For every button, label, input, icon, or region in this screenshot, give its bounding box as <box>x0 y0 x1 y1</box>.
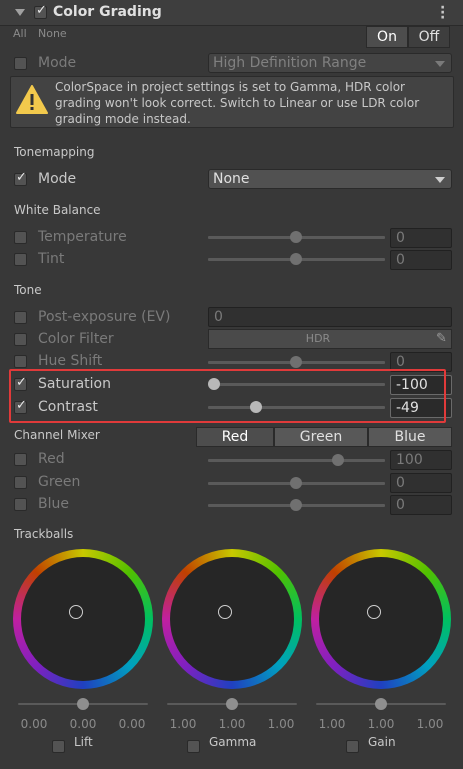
tab-green[interactable]: Green <box>274 427 368 447</box>
chevron-down-icon <box>435 61 445 67</box>
gain-trackball-center[interactable] <box>367 605 381 619</box>
channel-mixer-header: Channel Mixer <box>14 428 100 442</box>
tab-blue[interactable]: Blue <box>368 427 452 447</box>
gain-slider-handle[interactable] <box>375 698 387 710</box>
mixer-green-field[interactable]: 0 <box>390 473 452 493</box>
tonemapping-mode-label: Mode <box>38 171 77 187</box>
temperature-checkbox[interactable] <box>14 231 27 244</box>
tint-checkbox[interactable] <box>14 253 27 266</box>
hue-shift-slider-handle[interactable] <box>290 356 302 368</box>
all-link[interactable]: All <box>13 27 27 40</box>
gamma-value-r: 1.00 <box>169 717 197 731</box>
post-exposure-label: Post-exposure (EV) <box>38 309 171 325</box>
temperature-field[interactable]: 0 <box>390 228 452 248</box>
mode-dropdown[interactable]: High Definition Range <box>208 53 452 73</box>
gamma-value-b: 1.00 <box>267 717 295 731</box>
mode-dropdown-value: High Definition Range <box>213 55 367 71</box>
mixer-red-field[interactable]: 100 <box>390 450 452 470</box>
gain-value-r: 1.00 <box>318 717 346 731</box>
lift-label: Lift <box>74 735 93 749</box>
tone-header: Tone <box>14 283 42 297</box>
temperature-slider-handle[interactable] <box>290 231 302 243</box>
eyedropper-icon[interactable]: ✎ <box>436 331 447 346</box>
gamma-checkbox[interactable] <box>187 740 200 753</box>
warning-text: ColorSpace in project settings is set to… <box>55 80 420 126</box>
gamma-value-g: 1.00 <box>218 717 246 731</box>
gamma-label: Gamma <box>209 735 257 749</box>
lift-trackball[interactable] <box>13 549 153 689</box>
tonemapping-header: Tonemapping <box>14 145 95 159</box>
gain-checkbox[interactable] <box>346 740 359 753</box>
chevron-down-icon <box>435 177 445 183</box>
off-button[interactable]: Off <box>408 26 450 48</box>
lift-value-r: 0.00 <box>20 717 48 731</box>
gain-trackball[interactable] <box>311 549 451 689</box>
tonemapping-mode-value: None <box>213 171 250 187</box>
tonemapping-mode-checkbox[interactable] <box>14 170 27 186</box>
mode-override-checkbox[interactable] <box>14 57 27 70</box>
hue-shift-label: Hue Shift <box>38 353 103 369</box>
mixer-red-checkbox[interactable] <box>14 453 27 466</box>
mixer-red-slider-handle[interactable] <box>332 454 344 466</box>
gamma-trackball[interactable] <box>162 549 302 689</box>
lift-slider-handle[interactable] <box>77 698 89 710</box>
color-filter-label: Color Filter <box>38 331 114 347</box>
on-button[interactable]: On <box>366 26 408 48</box>
lift-value-g: 0.00 <box>69 717 97 731</box>
gain-value-g: 1.00 <box>367 717 395 731</box>
tonemapping-mode-dropdown[interactable]: None <box>208 169 452 189</box>
none-link[interactable]: None <box>38 27 67 40</box>
mixer-red-slider-track[interactable] <box>208 459 385 462</box>
gain-value-b: 1.00 <box>416 717 444 731</box>
enable-checkbox[interactable] <box>34 3 47 19</box>
color-filter-checkbox[interactable] <box>14 333 27 346</box>
mixer-green-slider-handle[interactable] <box>290 477 302 489</box>
tint-field[interactable]: 0 <box>390 250 452 270</box>
component-title: Color Grading <box>53 4 162 20</box>
temperature-label: Temperature <box>38 229 127 245</box>
post-exposure-checkbox[interactable] <box>14 311 27 324</box>
lift-trackball-center[interactable] <box>69 605 83 619</box>
tint-slider-handle[interactable] <box>290 253 302 265</box>
post-exposure-field[interactable]: 0 <box>208 307 452 327</box>
highlight-box <box>9 369 446 423</box>
mixer-blue-slider-handle[interactable] <box>290 499 302 511</box>
hue-shift-checkbox[interactable] <box>14 355 27 368</box>
mixer-green-checkbox[interactable] <box>14 476 27 489</box>
lift-checkbox[interactable] <box>52 740 65 753</box>
lift-value-b: 0.00 <box>118 717 146 731</box>
mixer-red-label: Red <box>38 451 65 467</box>
mixer-green-label: Green <box>38 474 81 490</box>
tab-red[interactable]: Red <box>196 427 274 447</box>
color-filter-hdr-label: HDR <box>305 332 331 345</box>
gamma-trackball-inner <box>170 557 294 681</box>
gamma-trackball-center[interactable] <box>218 605 232 619</box>
mode-label: Mode <box>38 55 77 71</box>
lift-trackball-inner <box>21 557 145 681</box>
tint-label: Tint <box>38 251 65 267</box>
gain-trackball-inner <box>319 557 443 681</box>
warning-icon <box>16 85 48 114</box>
white-balance-header: White Balance <box>14 203 101 217</box>
gamma-slider-handle[interactable] <box>226 698 238 710</box>
mixer-blue-label: Blue <box>38 496 69 512</box>
mixer-blue-checkbox[interactable] <box>14 498 27 511</box>
gain-label: Gain <box>368 735 396 749</box>
mixer-blue-field[interactable]: 0 <box>390 495 452 515</box>
trackballs-header: Trackballs <box>14 527 74 541</box>
foldout-arrow-icon[interactable] <box>15 9 25 16</box>
kebab-menu-icon[interactable]: · · · <box>440 1 445 25</box>
